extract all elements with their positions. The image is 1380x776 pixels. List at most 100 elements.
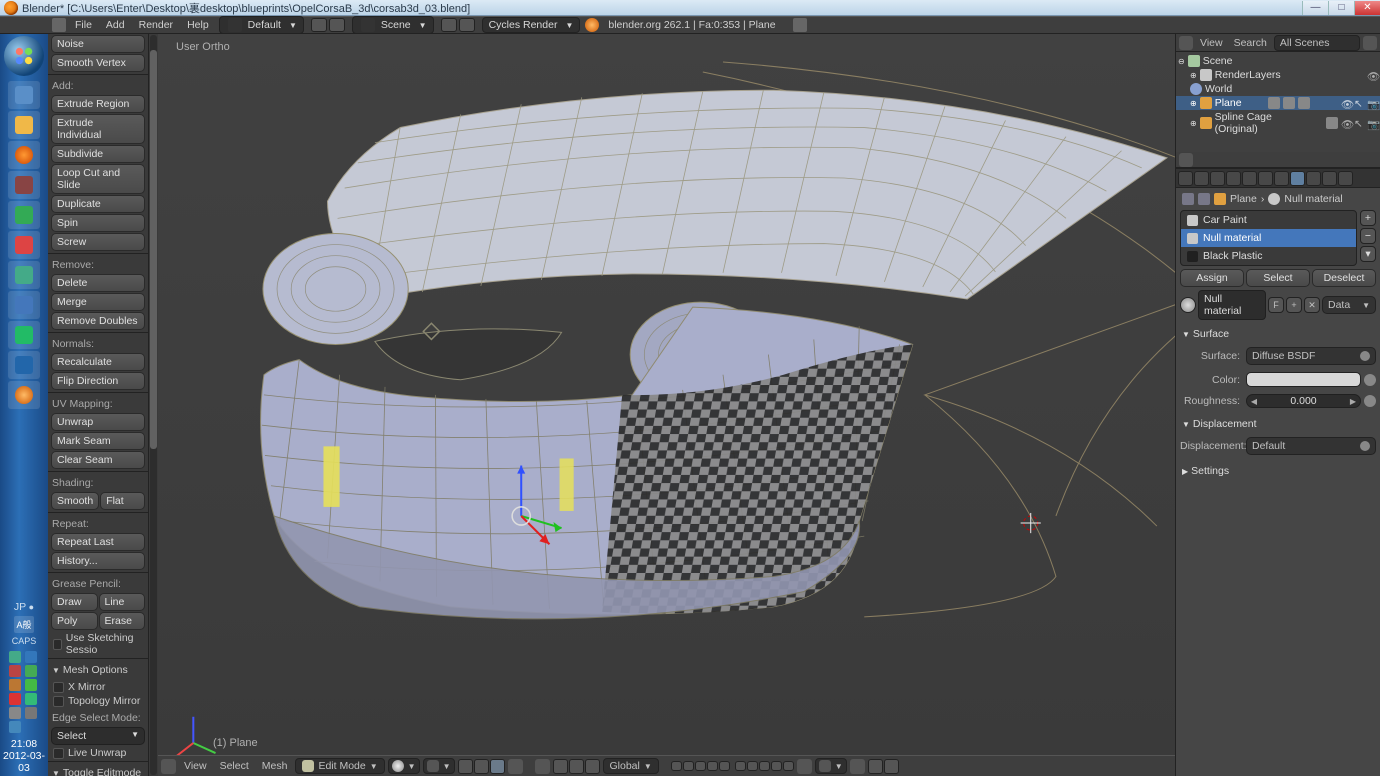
mesh-options-header[interactable]: Mesh Options [48, 661, 148, 679]
editor-type-icon[interactable] [1179, 36, 1193, 50]
tool-unwrap[interactable]: Unwrap [51, 413, 145, 431]
snap-select[interactable]: ▼ [815, 758, 847, 774]
menu-render[interactable]: Render [132, 19, 180, 31]
task-icon-blender[interactable] [8, 381, 40, 409]
scale-manip[interactable] [585, 759, 600, 774]
outliner-view-menu[interactable]: View [1196, 37, 1227, 49]
tray-icon[interactable] [9, 693, 21, 705]
search-icon[interactable] [1363, 36, 1377, 50]
tool-subdivide[interactable]: Subdivide [51, 145, 145, 163]
render-icon[interactable]: 📷 [1367, 98, 1378, 109]
surface-shader-select[interactable]: Diffuse BSDF [1246, 347, 1376, 365]
tool-shading-smooth[interactable]: Smooth [51, 492, 99, 510]
task-icon-9[interactable] [8, 321, 40, 349]
tray-icon[interactable] [25, 679, 37, 691]
tool-extrude-region[interactable]: Extrude Region [51, 95, 145, 113]
material-name-field[interactable]: Null material [1198, 290, 1266, 320]
tool-duplicate[interactable]: Duplicate [51, 195, 145, 213]
viewport-shading-select[interactable]: ▼ [388, 758, 420, 774]
menu-add[interactable]: Add [99, 19, 132, 31]
tool-delete[interactable]: Delete [51, 274, 145, 292]
eye-icon[interactable]: 👁 [1341, 118, 1352, 129]
ime-mode[interactable]: A般 [14, 616, 33, 633]
roughness-node-socket[interactable] [1364, 395, 1376, 407]
tab-material[interactable] [1290, 171, 1305, 186]
start-button[interactable] [4, 36, 44, 76]
ime-indicator[interactable]: JP ● [12, 599, 36, 615]
outliner-item-splinecage[interactable]: ⊕ Spline Cage (Original) 👁↖📷 [1176, 110, 1380, 136]
settings-panel-header[interactable]: Settings [1180, 463, 1376, 479]
rotate-manip[interactable] [569, 759, 584, 774]
close-button[interactable]: ✕ [1354, 1, 1380, 15]
face-select-mode[interactable] [490, 759, 505, 774]
outliner-search-menu[interactable]: Search [1230, 37, 1271, 49]
edge-select-mode[interactable]: Select▼ [51, 727, 145, 745]
material-menu-button[interactable]: ▾ [1360, 246, 1376, 262]
tray-icon[interactable] [9, 679, 21, 691]
toolshelf-scrollbar[interactable] [149, 34, 158, 776]
x-mirror-check[interactable]: X Mirror [53, 681, 143, 693]
menu-mesh[interactable]: Mesh [257, 760, 293, 772]
select-button[interactable]: Select [1246, 269, 1310, 287]
tray-icon[interactable] [25, 693, 37, 705]
material-slot[interactable]: Car Paint [1181, 211, 1356, 229]
material-browse-icon[interactable] [1180, 297, 1196, 313]
pin-icon[interactable] [1182, 193, 1194, 205]
edge-select-mode[interactable] [474, 759, 489, 774]
restrict-icon[interactable]: 👁 [1367, 70, 1378, 81]
render-icon[interactable]: 📷 [1367, 118, 1378, 129]
tab-render[interactable] [1178, 171, 1193, 186]
maximize-button[interactable]: □ [1328, 1, 1354, 15]
task-icon-10[interactable] [8, 351, 40, 379]
tray-volume-icon[interactable] [9, 721, 21, 733]
tool-merge[interactable]: Merge [51, 293, 145, 311]
color-node-socket[interactable] [1364, 374, 1376, 386]
layout-remove-button[interactable] [329, 18, 345, 32]
tray-icon[interactable] [25, 665, 37, 677]
tool-loopcut[interactable]: Loop Cut and Slide [51, 164, 145, 194]
surface-panel-header[interactable]: Surface [1180, 326, 1376, 342]
menu-view[interactable]: View [179, 760, 212, 772]
manipulator-toggle[interactable] [535, 759, 550, 774]
vertex-select-mode[interactable] [458, 759, 473, 774]
displacement-select[interactable]: Default [1246, 437, 1376, 455]
back-icon[interactable] [1198, 193, 1210, 205]
task-icon-2[interactable] [8, 111, 40, 139]
tool-history[interactable]: History... [51, 552, 145, 570]
taskbar-clock[interactable]: 21:08 2012-03-03 [0, 736, 48, 776]
tab-scene[interactable] [1194, 171, 1209, 186]
tool-shading-flat[interactable]: Flat [100, 492, 145, 510]
menu-select[interactable]: Select [215, 760, 254, 772]
task-icon-firefox[interactable] [8, 141, 40, 169]
tab-object[interactable] [1226, 171, 1241, 186]
layer-buttons[interactable] [671, 761, 794, 771]
toggle-editmode-header[interactable]: Toggle Editmode [48, 764, 148, 776]
color-swatch[interactable] [1246, 372, 1361, 387]
gp-sketching-check[interactable]: Use Sketching Sessio [53, 632, 143, 656]
cursor-icon[interactable]: ↖ [1354, 118, 1365, 129]
tray-icon[interactable] [9, 707, 21, 719]
tool-flip-direction[interactable]: Flip Direction [51, 372, 145, 390]
render-preview-icon[interactable] [850, 759, 865, 774]
tool-clear-seam[interactable]: Clear Seam [51, 451, 145, 469]
remove-material-button[interactable]: − [1360, 228, 1376, 244]
minimize-button[interactable]: — [1302, 1, 1328, 15]
eye-icon[interactable]: 👁 [1341, 98, 1352, 109]
tool-screw[interactable]: Screw [51, 233, 145, 251]
material-slot[interactable]: Black Plastic [1181, 247, 1356, 265]
opengl-still-icon[interactable] [868, 759, 883, 774]
translate-manip[interactable] [553, 759, 568, 774]
scene-add-button[interactable] [441, 18, 457, 32]
tray-icon[interactable] [9, 651, 21, 663]
outliner-item-world[interactable]: World [1176, 82, 1380, 96]
opengl-anim-icon[interactable] [884, 759, 899, 774]
layout-add-button[interactable] [311, 18, 327, 32]
gp-erase[interactable]: Erase [99, 612, 146, 630]
tab-particles[interactable] [1322, 171, 1337, 186]
outliner-item-scene[interactable]: ⊖ Scene [1176, 54, 1380, 68]
roughness-field[interactable]: ◀0.000▶ [1246, 394, 1361, 408]
task-icon-1[interactable] [8, 81, 40, 109]
topo-mirror-check[interactable]: Topology Mirror [53, 695, 143, 707]
outliner-item-plane[interactable]: ⊕ Plane 👁↖📷 [1176, 96, 1380, 110]
new-material-button[interactable]: + [1286, 297, 1302, 313]
